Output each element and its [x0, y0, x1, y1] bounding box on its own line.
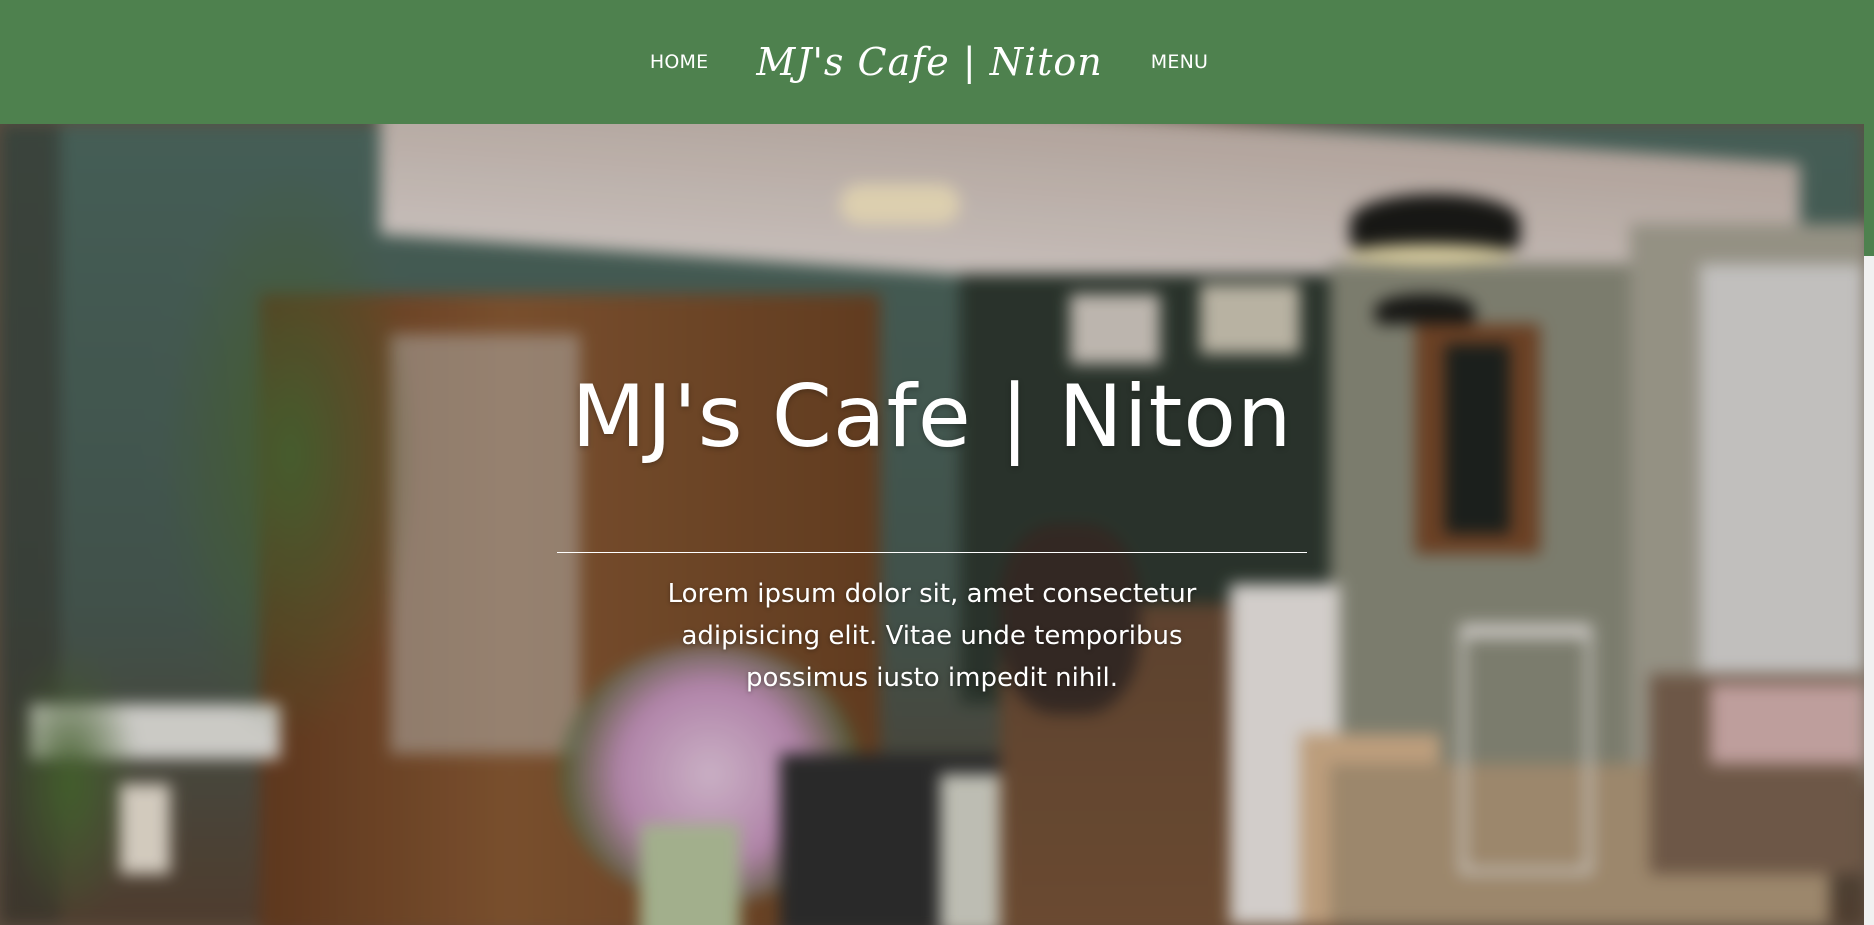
hero-description: Lorem ipsum dolor sit, amet consectetur …: [667, 578, 1197, 693]
nav-home-link[interactable]: HOME: [650, 51, 708, 73]
hero-title: MJ's Cafe | Niton: [571, 367, 1293, 467]
top-navbar: HOME MJ's Cafe | Niton MENU: [0, 0, 1864, 124]
brand-logo-link[interactable]: MJ's Cafe | Niton: [756, 40, 1102, 84]
hero-section: MJ's Cafe | Niton Lorem ipsum dolor sit,…: [0, 124, 1864, 925]
scrollbar-thumb[interactable]: [1864, 0, 1874, 256]
hero-content: MJ's Cafe | Niton Lorem ipsum dolor sit,…: [0, 124, 1864, 925]
nav-menu-link[interactable]: MENU: [1151, 51, 1208, 73]
hero-divider: [557, 551, 1307, 553]
page-scrollbar[interactable]: [1864, 0, 1874, 925]
nav-links: HOME MJ's Cafe | Niton MENU: [650, 40, 1208, 84]
